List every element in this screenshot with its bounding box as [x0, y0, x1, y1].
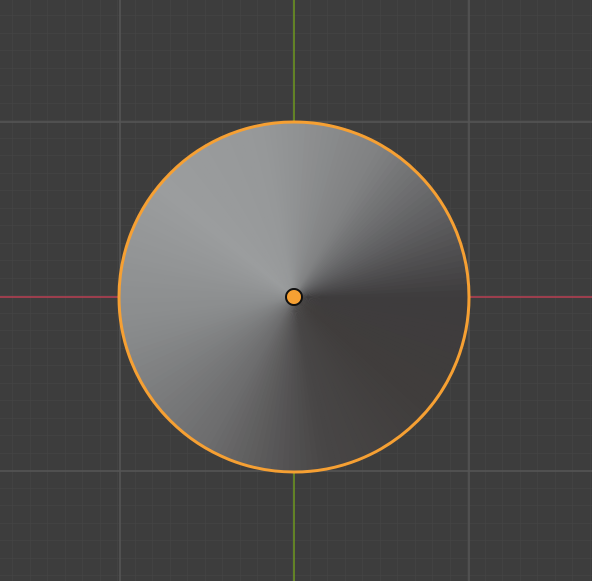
- viewport-canvas[interactable]: [0, 0, 592, 581]
- object-origin-icon[interactable]: [285, 288, 303, 306]
- 3d-viewport[interactable]: [0, 0, 592, 581]
